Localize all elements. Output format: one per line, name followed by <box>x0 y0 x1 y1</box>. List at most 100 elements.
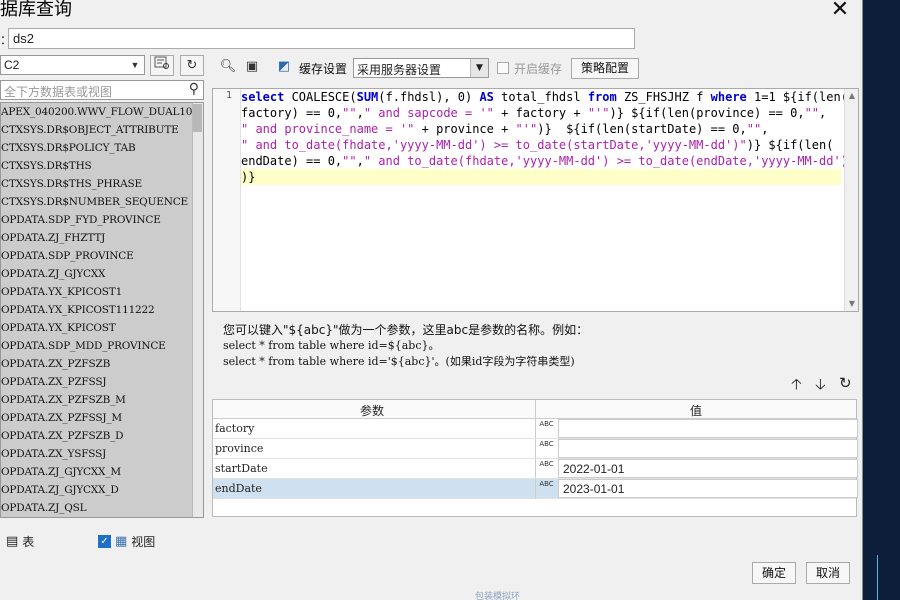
ok-button[interactable]: 确定 <box>752 562 796 584</box>
tree-item[interactable]: OPDATA.ZJ_GJYCXX <box>1 265 203 283</box>
param-row[interactable]: endDate ABC 2023-01-01 <box>213 479 858 499</box>
tree-item[interactable]: CTXSYS.DR$THS <box>1 157 203 175</box>
line-number: 1 <box>225 90 232 101</box>
tree-item[interactable]: OPDATA.SDP_PROVINCE <box>1 247 203 265</box>
table-icon: ▤ <box>6 534 19 549</box>
table-tree[interactable]: APEX_040200.WWV_FLOW_DUAL100 CTXSYS.DR$OB… <box>0 102 204 518</box>
datasource-select[interactable]: C2 ▼ <box>0 55 145 75</box>
move-up-icon[interactable]: 🡡 <box>791 374 802 399</box>
main-panel: 🔍︎ ▣ ◩ 缓存设置 采用服务器设置 ▼ 开启缓存 策略配置 1 select… <box>211 54 861 558</box>
scroll-up-icon[interactable]: ▲ <box>845 89 858 103</box>
save-icon[interactable]: ▣ <box>243 58 261 76</box>
tree-item[interactable]: CTXSYS.DR$THS_PHRASE <box>1 175 203 193</box>
refresh-params-icon[interactable]: ↻ <box>839 374 852 392</box>
param-name: startDate <box>215 462 268 475</box>
enable-cache-checkbox[interactable] <box>497 62 509 74</box>
code-token: "" <box>342 154 357 168</box>
sql-editor[interactable]: 1 select COALESCE(SUM(f.fhdsl), 0) AS to… <box>212 88 859 312</box>
code-token: "" <box>342 106 357 120</box>
tree-item[interactable]: OPDATA.ZJ_FHZTTJ <box>1 229 203 247</box>
code-token: " and to_date(fhdate,'yyyy-MM-dd') >= to… <box>241 138 747 152</box>
search-placeholder: 全下方数据表或视图 <box>4 85 113 99</box>
param-type-icon[interactable]: ABC <box>535 459 557 478</box>
tree-item[interactable]: OPDATA.ZX_YSFSSJ <box>1 445 203 463</box>
tree-item[interactable]: APEX_040200.WWV_FLOW_DUAL100 <box>1 103 203 121</box>
code-line: " and to_date(fhdate,'yyyy-MM-dd') >= to… <box>241 137 841 153</box>
hint-line-3: select * from table where id='${abc}'。(如… <box>223 355 575 368</box>
code-token: " and province_name = '" <box>241 122 415 136</box>
tree-scrollbar[interactable] <box>192 103 203 517</box>
decorative-line <box>877 555 878 600</box>
dialog-title: 据库查询 <box>0 0 72 20</box>
code-token: "" <box>804 106 820 120</box>
tree-item[interactable]: OPDATA.SDP_FYD_PROVINCE <box>1 211 203 229</box>
table-search-input[interactable]: 全下方数据表或视图 ⚲ <box>0 80 204 100</box>
tree-scroll-thumb[interactable] <box>193 104 202 132</box>
tree-item[interactable]: OPDATA.ZJ_GJYCXX_M <box>1 463 203 481</box>
tree-item[interactable]: OPDATA.ZX_PZFSSJ_M <box>1 409 203 427</box>
cache-mode-select[interactable]: 采用服务器设置 ▼ <box>353 58 489 78</box>
view-filter-label: 视图 <box>131 535 156 549</box>
param-row[interactable]: province ABC <box>213 439 858 459</box>
line-number-gutter: 1 <box>213 89 241 311</box>
param-type-icon[interactable]: ABC <box>535 419 557 438</box>
param-row[interactable]: startDate ABC 2022-01-01 <box>213 459 858 479</box>
cancel-button[interactable]: 取消 <box>806 562 850 584</box>
move-down-icon[interactable]: 🡣 <box>815 374 826 399</box>
code-token: , <box>819 106 827 120</box>
param-type-icon[interactable]: ABC <box>535 439 557 458</box>
cache-settings-label: 缓存设置 <box>299 62 348 76</box>
code-token: 1=1 ${if(len( <box>746 90 848 104</box>
code-token: select <box>241 90 285 104</box>
code-token: " and to_date(fhdate,'yyyy-MM-dd') >= to… <box>363 154 856 168</box>
strategy-config-button[interactable]: 策略配置 <box>571 58 639 79</box>
tree-item[interactable]: CTXSYS.DR$OBJECT_ATTRIBUTE <box>1 121 203 139</box>
param-type-icon[interactable]: ABC <box>535 479 557 498</box>
code-token: total_fhdsl <box>493 90 588 104</box>
tree-item[interactable]: OPDATA.ZJ_QSL <box>1 499 203 517</box>
param-order-controls: 🡡 🡣 ↻ <box>789 374 859 394</box>
sql-code[interactable]: select COALESCE(SUM(f.fhdsl), 0) AS tota… <box>241 89 855 185</box>
tree-item[interactable]: CTXSYS.DR$NUMBER_SEQUENCE <box>1 193 203 211</box>
code-token: )} ${if(len(startDate) == 0, <box>537 122 747 136</box>
background-caption: 包装模拟环 <box>475 592 521 600</box>
code-line: " and province_name = '" + province + "'… <box>241 121 841 137</box>
param-row[interactable]: factory ABC <box>213 419 858 439</box>
refresh-icon[interactable]: ↻ <box>180 55 204 76</box>
preview-icon[interactable] <box>150 55 174 76</box>
code-token: factory) == 0, <box>241 106 343 120</box>
code-token: AS <box>479 90 494 104</box>
scroll-down-icon[interactable]: ▼ <box>845 297 858 311</box>
object-type-filter: ▤ 表 ✓ ▦ 视图 <box>0 529 206 554</box>
editor-scrollbar[interactable]: ▲ ▼ <box>844 89 858 311</box>
table-filter[interactable]: ▤ 表 <box>6 533 34 550</box>
tree-item[interactable]: OPDATA.ZX_PZFSZB_M <box>1 391 203 409</box>
tree-item[interactable]: OPDATA.YX_KPICOST111222 <box>1 301 203 319</box>
view-checkbox[interactable]: ✓ <box>98 535 111 548</box>
tree-item[interactable]: OPDATA.ZJ_GJYCXX_D <box>1 481 203 499</box>
code-token: + province + <box>414 122 516 136</box>
view-icon: ▦ <box>115 534 128 549</box>
param-value-input[interactable] <box>558 419 858 438</box>
tree-item[interactable]: OPDATA.ZX_PZFSZB_D <box>1 427 203 445</box>
view-filter[interactable]: ✓ ▦ 视图 <box>98 533 155 550</box>
query-dialog: 据库查询 ✕ ： ds2 C2 ▼ ↻ 全下方数据表或视图 ⚲ APEX_040… <box>0 0 863 600</box>
preview-sql-icon[interactable]: 🔍︎ <box>219 58 237 76</box>
close-icon[interactable]: ✕ <box>828 0 852 22</box>
code-token: , <box>761 122 769 136</box>
tree-item[interactable]: OPDATA.YX_KPICOST1 <box>1 283 203 301</box>
param-value-input[interactable]: 2023-01-01 <box>558 479 858 498</box>
enable-cache-label: 开启缓存 <box>514 62 563 76</box>
param-value-input[interactable] <box>558 439 858 458</box>
tree-item[interactable]: CTXSYS.DR$POLICY_TAB <box>1 139 203 157</box>
editor-toolbar: 🔍︎ ▣ ◩ 缓存设置 采用服务器设置 ▼ 开启缓存 策略配置 <box>211 54 861 80</box>
tree-item[interactable]: OPDATA.SDP_MDD_PROVINCE <box>1 337 203 355</box>
tree-item[interactable]: OPDATA.ZX_PZFSSJ <box>1 373 203 391</box>
tree-item[interactable]: OPDATA.YX_KPICOST <box>1 319 203 337</box>
tree-item[interactable]: OPDATA.ZX_PZFSZB <box>1 355 203 373</box>
dataset-name-input[interactable]: ds2 <box>8 28 635 49</box>
param-value-input[interactable]: 2022-01-01 <box>558 459 858 478</box>
param-name: endDate <box>215 482 262 495</box>
code-token: (f.fhdsl), 0) <box>378 90 480 104</box>
param-name: factory <box>215 422 255 435</box>
